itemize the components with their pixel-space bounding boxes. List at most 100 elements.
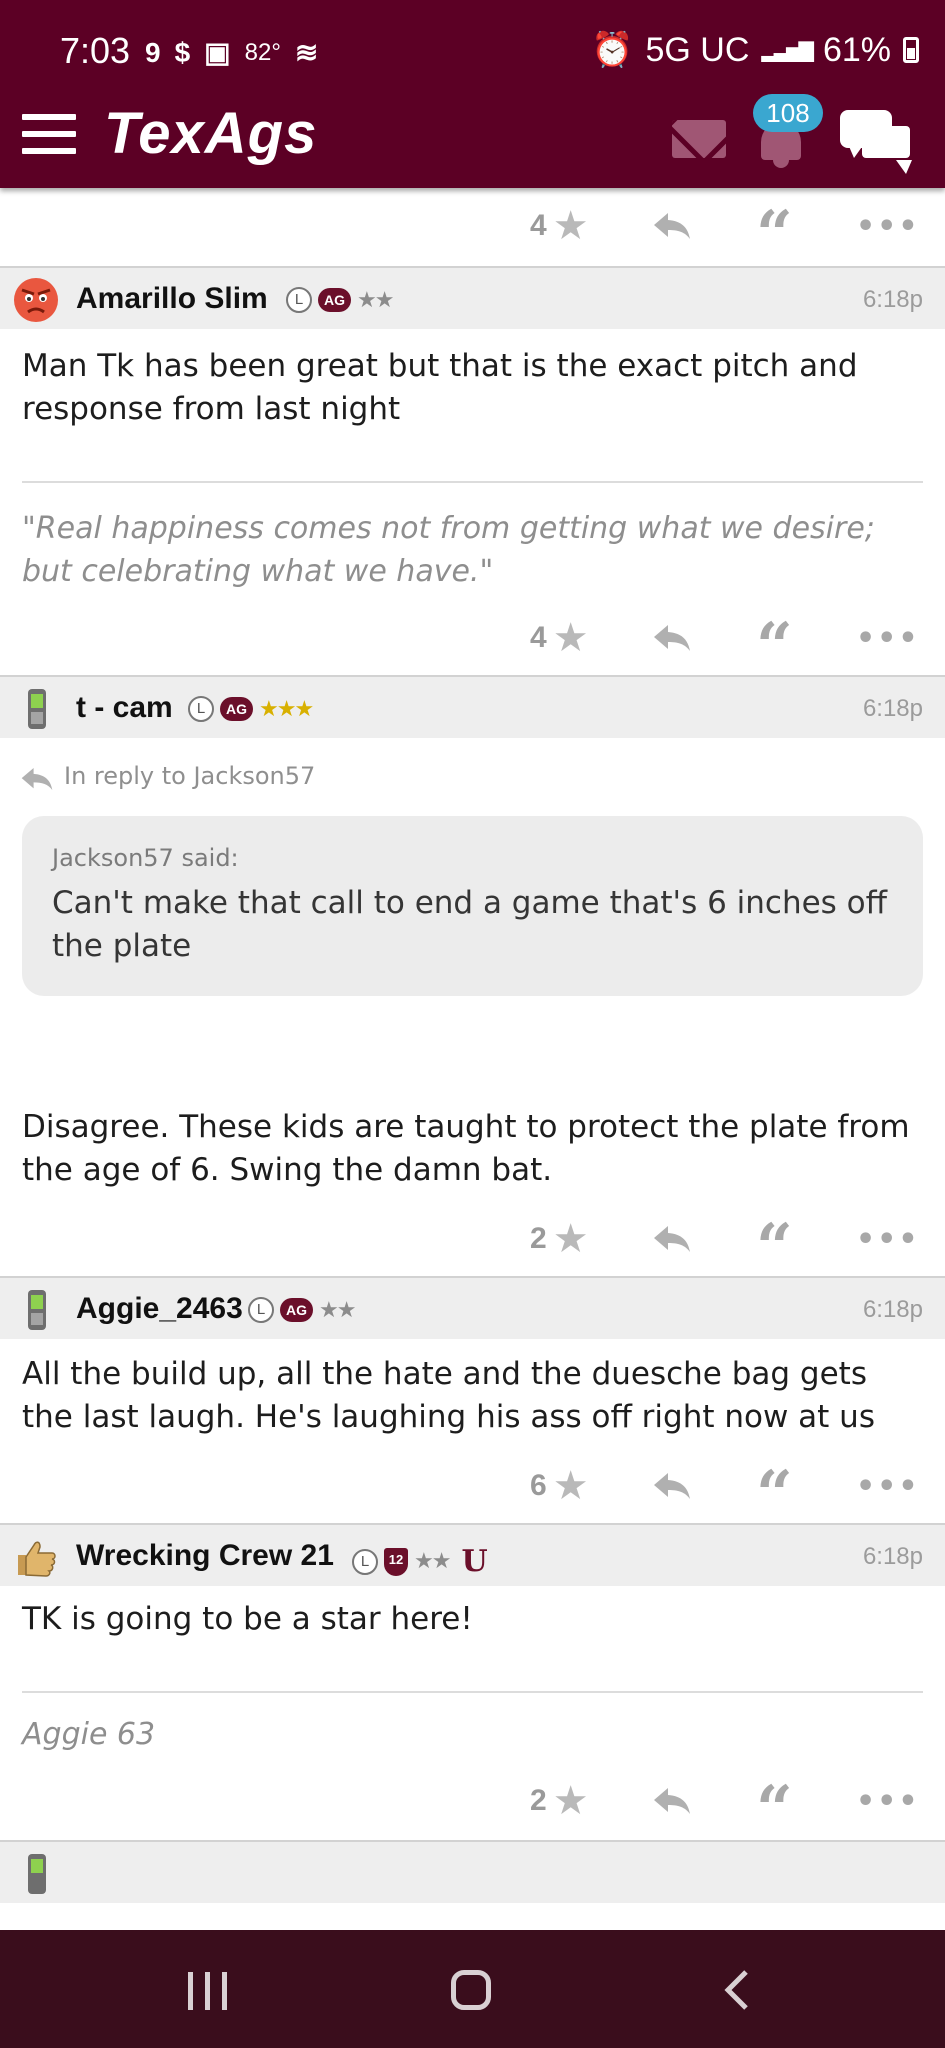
- post-time[interactable]: 6:18p: [863, 1296, 923, 1324]
- more-options-button[interactable]: •••: [856, 1204, 920, 1274]
- star-icon: ★: [552, 616, 589, 660]
- mail-icon[interactable]: [672, 120, 726, 158]
- quote-author: Jackson57 said:: [52, 844, 239, 872]
- nav-bar: TexAgs 108: [0, 94, 945, 188]
- post-header: Amarillo Slim L AG ★★ 6:18p: [0, 266, 945, 329]
- in-reply-to[interactable]: In reply to Jackson57: [0, 738, 945, 810]
- user-badges: L AG ★★: [248, 1297, 356, 1323]
- quote-button[interactable]: “: [756, 603, 793, 682]
- angry-face-avatar: [14, 278, 58, 322]
- post-header: t - cam L AG ★★★ 6:18p: [0, 675, 945, 738]
- user-badges: L AG ★★: [286, 287, 394, 313]
- chat-icon[interactable]: [840, 108, 918, 174]
- username[interactable]: Wrecking Crew 21: [76, 1539, 334, 1573]
- post-actions: 2 ★ “ •••: [0, 1204, 945, 1283]
- temperature: 82°: [244, 38, 281, 66]
- post-signature: "Real happiness comes not from getting w…: [22, 511, 875, 589]
- back-button[interactable]: [722, 1968, 752, 2012]
- quote-button[interactable]: “: [756, 1451, 793, 1530]
- wifi-icon: ≋: [294, 37, 319, 68]
- alarm-icon: ⏰: [591, 31, 634, 69]
- post-time[interactable]: 6:18p: [863, 286, 923, 314]
- star-icon: ★: [552, 204, 589, 248]
- cellphone-avatar: [28, 689, 46, 729]
- user-badges: L AG ★★★: [188, 696, 314, 722]
- app-header: 7:03 9 $ ▣ 82° ≋ ⏰ 5G UC ▂▃▅▇ 61% TexAgs…: [0, 0, 945, 188]
- star-icon: ★: [552, 1464, 589, 1508]
- status-time: 7:03: [60, 30, 131, 71]
- username[interactable]: t - cam: [76, 691, 173, 725]
- post-body: Man Tk has been great but that is the ex…: [22, 348, 858, 427]
- post-actions: 6 ★ “ •••: [0, 1451, 945, 1530]
- ag-badge: AG: [280, 1298, 313, 1322]
- post-time[interactable]: 6:18p: [863, 1543, 923, 1571]
- lifetime-badge: L: [188, 696, 214, 722]
- rank-stars: ★★: [414, 1549, 451, 1574]
- rank-stars: ★★★: [259, 696, 314, 722]
- reply-button[interactable]: [652, 603, 692, 673]
- post-time[interactable]: 6:18p: [863, 695, 923, 723]
- star-button[interactable]: 2 ★: [530, 1204, 589, 1274]
- reply-icon: [654, 625, 690, 651]
- status-icons: 9 $ ▣ 82° ≋: [145, 36, 318, 69]
- post-body: All the build up, all the hate and the d…: [22, 1356, 875, 1435]
- star-button[interactable]: 6 ★: [530, 1451, 589, 1521]
- post-signature: Aggie 63: [22, 1717, 156, 1752]
- quote-button[interactable]: “: [756, 1766, 793, 1845]
- star-button[interactable]: 2 ★: [530, 1766, 589, 1836]
- dollar-icon: $: [174, 36, 191, 68]
- ag-badge: AG: [318, 288, 351, 312]
- cellphone-avatar: [28, 1854, 46, 1894]
- signal-icon: ▂▃▅▇: [761, 39, 814, 62]
- battery-icon: [903, 37, 919, 63]
- star-button[interactable]: 4 ★: [530, 603, 589, 673]
- recent-apps-button[interactable]: [188, 1972, 227, 2010]
- lifetime-badge: L: [248, 1297, 274, 1323]
- reply-arrow-icon: [21, 767, 53, 791]
- post-actions: 2 ★ “ •••: [0, 1766, 945, 1845]
- star-button[interactable]: 4 ★: [530, 191, 589, 261]
- post-body: TK is going to be a star here!: [22, 1601, 473, 1637]
- star-icon: ★: [552, 1779, 589, 1823]
- more-options-button[interactable]: •••: [856, 191, 920, 261]
- status-right: ⏰ 5G UC ▂▃▅▇ 61%: [591, 30, 919, 70]
- username[interactable]: Aggie_2463: [76, 1292, 243, 1326]
- notification-badge[interactable]: 108: [753, 94, 823, 132]
- reply-button[interactable]: [652, 1451, 692, 1521]
- post-header-partial: [0, 1840, 945, 1903]
- more-options-button[interactable]: •••: [856, 603, 920, 673]
- reply-icon: [654, 1226, 690, 1252]
- reply-button[interactable]: [652, 191, 692, 261]
- quote-button[interactable]: “: [756, 1204, 793, 1283]
- tu-logo-icon: U: [461, 1544, 488, 1579]
- reply-button[interactable]: [652, 1204, 692, 1274]
- more-options-button[interactable]: •••: [856, 1451, 920, 1521]
- post-header: Aggie_2463 L AG ★★ 6:18p: [0, 1276, 945, 1339]
- quote-text: Can't make that call to end a game that'…: [52, 885, 888, 964]
- ag-badge: AG: [220, 697, 253, 721]
- reply-icon: [654, 1473, 690, 1499]
- thumbs-up-avatar: [18, 1541, 56, 1577]
- in-reply-to-label: In reply to Jackson57: [64, 762, 316, 790]
- network-type: 5G UC: [645, 30, 750, 69]
- quote-button[interactable]: “: [756, 191, 793, 270]
- more-options-button[interactable]: •••: [856, 1766, 920, 1836]
- image-icon: ▣: [204, 37, 231, 68]
- star-icon: ★: [552, 1217, 589, 1261]
- home-button[interactable]: [451, 1970, 491, 2010]
- user-badges: L 12 ★★ U: [352, 1544, 488, 1579]
- lifetime-badge: L: [286, 287, 312, 313]
- system-nav-bar: [0, 1930, 945, 2048]
- texags-logo[interactable]: TexAgs: [104, 100, 317, 167]
- battery-level: 61%: [822, 30, 891, 69]
- lifetime-badge: L: [352, 1548, 378, 1575]
- username[interactable]: Amarillo Slim: [76, 282, 268, 316]
- cellphone-avatar: [28, 1290, 46, 1330]
- reply-button[interactable]: [652, 1766, 692, 1836]
- rank-stars: ★★: [357, 287, 394, 313]
- post-header: Wrecking Crew 21 L 12 ★★ U 6:18p: [0, 1523, 945, 1586]
- rank-stars: ★★: [319, 1297, 356, 1323]
- menu-icon[interactable]: [22, 114, 76, 154]
- reply-icon: [654, 1788, 690, 1814]
- thread-feed: 4 ★ “ ••• Amarillo Slim L AG ★★ 6:18p Man…: [0, 188, 945, 1903]
